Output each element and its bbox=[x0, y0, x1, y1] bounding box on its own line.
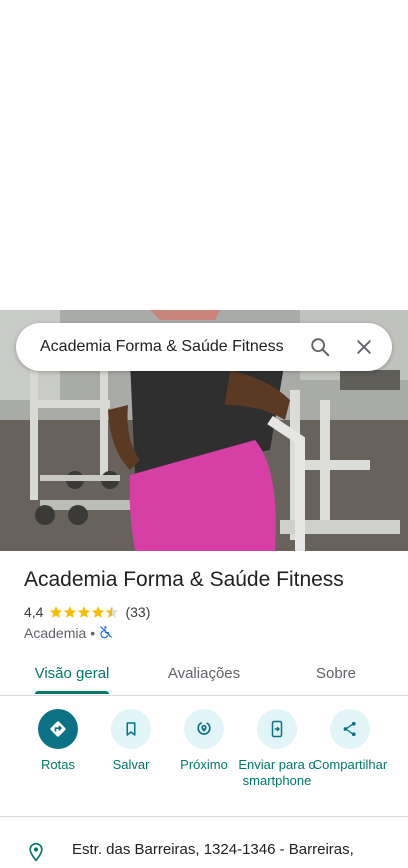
tab-overview[interactable]: Visão geral bbox=[24, 651, 120, 695]
category-row: Academia • bbox=[24, 624, 113, 642]
star-icon bbox=[78, 606, 91, 618]
wheelchair-inaccessible-icon bbox=[99, 625, 113, 642]
star-rating bbox=[49, 605, 119, 619]
place-title: Academia Forma & Saúde Fitness bbox=[24, 568, 344, 591]
send-to-phone-button[interactable]: Enviar para o smartphone bbox=[237, 709, 317, 789]
half-star-icon bbox=[106, 606, 119, 618]
address-row[interactable]: Estr. das Barreiras, 1324-1346 - Barreir… bbox=[0, 835, 408, 865]
review-count[interactable]: (33) bbox=[125, 604, 150, 620]
active-tab-indicator bbox=[35, 691, 109, 694]
place-category: Academia bbox=[24, 625, 87, 641]
send-to-phone-icon bbox=[257, 709, 297, 749]
address-text: Estr. das Barreiras, 1324-1346 - Barreir… bbox=[72, 841, 354, 858]
star-icon bbox=[92, 606, 105, 618]
rating-value: 4,4 bbox=[24, 604, 44, 620]
search-icon[interactable] bbox=[298, 325, 342, 369]
share-label: Compartilhar bbox=[312, 757, 388, 772]
save-button[interactable]: Salvar bbox=[91, 709, 171, 773]
star-icon bbox=[50, 606, 63, 618]
nearby-icon bbox=[184, 709, 224, 749]
share-icon bbox=[330, 709, 370, 749]
directions-button[interactable]: Rotas bbox=[18, 709, 98, 773]
bookmark-icon bbox=[111, 709, 151, 749]
rating-row[interactable]: 4,4 (33) bbox=[24, 603, 150, 621]
send-to-phone-label: Enviar para o smartphone bbox=[238, 757, 316, 788]
search-input[interactable]: Academia Forma & Saúde Fitness bbox=[40, 338, 298, 356]
location-pin-icon bbox=[26, 841, 46, 868]
save-label: Salvar bbox=[112, 757, 150, 772]
share-button[interactable]: Compartilhar bbox=[310, 709, 390, 773]
section-divider bbox=[0, 816, 408, 817]
directions-label: Rotas bbox=[41, 757, 75, 772]
tab-reviews[interactable]: Avaliações bbox=[156, 651, 252, 695]
nearby-button[interactable]: Próximo bbox=[164, 709, 244, 773]
tab-bar: Visão geral Avaliações Sobre bbox=[0, 651, 408, 696]
directions-icon bbox=[38, 709, 78, 749]
close-icon[interactable] bbox=[342, 325, 386, 369]
star-icon bbox=[64, 606, 77, 618]
tab-about[interactable]: Sobre bbox=[288, 651, 384, 695]
separator-dot: • bbox=[90, 625, 96, 641]
nearby-label: Próximo bbox=[180, 757, 228, 772]
action-buttons: Rotas Salvar Próximo Enviar para o smart… bbox=[0, 709, 408, 809]
search-bar[interactable]: Academia Forma & Saúde Fitness bbox=[16, 323, 392, 371]
